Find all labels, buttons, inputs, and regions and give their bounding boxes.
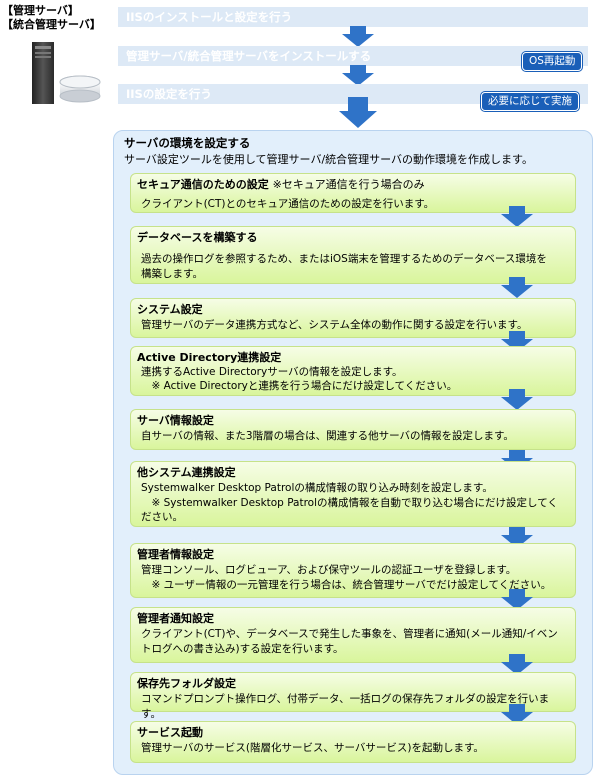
step-label: 管理サーバ/統合管理サーバをインストールする: [126, 49, 372, 63]
down-arrow-icon: [501, 277, 533, 298]
substep-body: 管理サーバのサービス(階層化サービス、サーバサービス)を起動します。: [141, 742, 484, 754]
main-step-description: サーバ設定ツールを使用して管理サーバ/統合管理サーバの動作環境を作成します。: [124, 153, 533, 166]
substep-body: 自サーバの情報、また3階層の場合は、関連する他サーバの情報を設定します。: [141, 430, 514, 442]
down-arrow-icon: [501, 389, 533, 410]
substep-title: 管理者情報設定: [137, 548, 214, 561]
substep-title: サービス起動: [137, 726, 203, 739]
role-label-management-server: 【管理サーバ】: [2, 4, 79, 17]
substep-server-info: サーバ情報設定 自サーバの情報、また3階層の場合は、関連する他サーバの情報を設定…: [130, 409, 576, 450]
substep-title: サーバ情報設定: [137, 414, 214, 427]
substep-body: 過去の操作ログを参照するため、またはiOS端末を管理するためのデータベース環境を…: [141, 253, 547, 280]
step-label: IISの設定を行う: [126, 87, 212, 101]
role-label-integrated-server: 【統合管理サーバ】: [2, 18, 101, 31]
os-reboot-badge: OS再起動: [522, 52, 583, 71]
substep-service-start: サービス起動 管理サーバのサービス(階層化サービス、サーバサービス)を起動します…: [130, 721, 576, 763]
main-step-title: サーバの環境を設定する: [124, 136, 251, 150]
down-arrow-icon: [342, 26, 374, 47]
substep-title: システム設定: [137, 303, 203, 316]
as-needed-badge: 必要に応じて実施: [481, 92, 579, 111]
step-iis-install: IISのインストールと設定を行う: [118, 7, 588, 27]
substep-database: データベースを構築する 過去の操作ログを参照するため、またはiOS端末を管理する…: [130, 226, 576, 284]
step-label: IISのインストールと設定を行う: [126, 10, 293, 24]
down-arrow-icon: [339, 97, 377, 128]
substep-title: 保存先フォルダ設定: [137, 677, 236, 690]
substep-body: Systemwalker Desktop Patrolの構成情報の取り込み時刻を…: [141, 482, 558, 523]
substep-title: セキュア通信のための設定: [137, 178, 269, 191]
substep-body: 管理コンソール、ログビューア、および保守ツールの認証ユーザを登録します。 ※ ユ…: [141, 564, 552, 591]
substep-title: 管理者通知設定: [137, 612, 214, 625]
substep-body: クライアント(CT)や、データベースで発生した事象を、管理者に通知(メール通知/…: [141, 628, 558, 655]
substep-title: データベースを構築する: [137, 231, 258, 244]
substep-note: ※セキュア通信を行う場合のみ: [272, 178, 425, 191]
server-icon: [32, 42, 101, 104]
down-arrow-icon: [501, 206, 533, 227]
step-server-install: 管理サーバ/統合管理サーバをインストールする: [118, 46, 588, 66]
substep-title: 他システム連携設定: [137, 466, 236, 479]
substep-other-system-link: 他システム連携設定 Systemwalker Desktop Patrolの構成…: [130, 461, 576, 527]
substep-title: Active Directory連携設定: [137, 351, 282, 364]
